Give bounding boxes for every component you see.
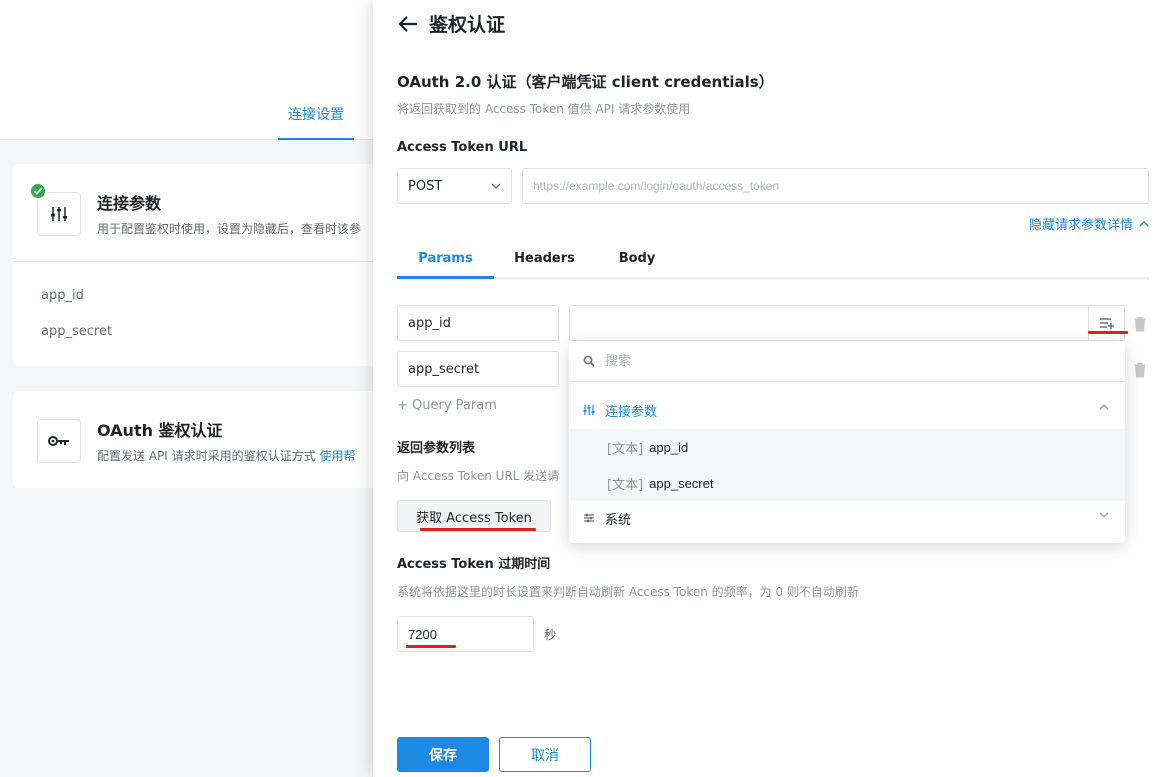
search-input[interactable]: [605, 353, 1085, 369]
card-desc: 用于配置鉴权时使用，设置为隐藏后，查看时该参: [97, 222, 362, 236]
oauth-card[interactable]: OAuth 鉴权认证 配置发送 API 请求时采用的鉴权认证方式 使用帮: [13, 391, 413, 488]
card-title: OAuth 鉴权认证: [97, 421, 223, 440]
connection-params-card[interactable]: 连接参数 用于配置鉴权时使用，设置为隐藏后，查看时该参 app_id app_s…: [13, 164, 413, 366]
group-name: 连接参数: [605, 404, 658, 420]
chevron-up-icon: [1139, 220, 1149, 226]
section-desc: 将返回获取到的 Access Token 值供 API 请求参数使用: [397, 102, 691, 116]
variable-picker-popover: 连接参数 [文本] app_id [文本] app_secret 系统: [569, 341, 1125, 543]
param-value-field[interactable]: [569, 305, 1125, 341]
adjust-icon: [584, 513, 594, 523]
tab-underline: [397, 276, 494, 279]
group-connection-params[interactable]: 连接参数: [569, 392, 1125, 428]
return-params-title: 返回参数列表: [397, 441, 476, 456]
url-label: Access Token URL: [397, 140, 528, 155]
option-type: [文本]: [607, 477, 644, 493]
trash-icon[interactable]: [1133, 362, 1147, 378]
cancel-button[interactable]: 取消: [499, 737, 591, 772]
param-name: app_id: [41, 288, 84, 303]
drawer-header: 鉴权认证: [397, 10, 505, 37]
sliders-icon: [583, 405, 595, 415]
key-icon: [37, 419, 81, 463]
card-desc-text: 配置发送 API 请求时采用的鉴权认证方式: [97, 449, 320, 463]
search-icon: [583, 355, 595, 367]
expire-desc: 系统将依据这里的时长设置来判断自动刷新 Access Token 的频率，为 0…: [397, 585, 859, 599]
method-value: POST: [408, 178, 443, 194]
option-app-secret[interactable]: [文本] app_secret: [569, 465, 1125, 501]
url-input[interactable]: [522, 168, 1149, 204]
card-title: 连接参数: [97, 194, 162, 213]
annotation-underline: [406, 645, 456, 648]
group-system[interactable]: 系统: [569, 500, 1125, 536]
option-name: app_secret: [649, 475, 714, 491]
option-type: [文本]: [607, 441, 644, 457]
expire-unit: 秒: [544, 628, 557, 642]
option-name: app_id: [649, 439, 689, 455]
chevron-up-icon: [1099, 404, 1109, 410]
trash-icon[interactable]: [1133, 316, 1147, 332]
drawer-title: 鉴权认证: [429, 14, 506, 36]
chevron-down-icon: [491, 183, 501, 189]
card-desc: 配置发送 API 请求时采用的鉴权认证方式 使用帮: [97, 447, 355, 464]
annotation-underline: [420, 528, 536, 531]
annotation-underline: [1088, 331, 1128, 334]
search-bar: [569, 341, 1125, 382]
param-key-field[interactable]: app_id: [397, 305, 559, 341]
sliders-icon: [37, 192, 81, 236]
auth-drawer: 鉴权认证 OAuth 2.0 认证（客户端凭证 client credentia…: [373, 0, 1166, 777]
param-name: app_secret: [41, 324, 113, 339]
expire-title: Access Token 过期时间: [397, 557, 551, 572]
chevron-down-icon: [1099, 512, 1109, 518]
tab-body[interactable]: Body: [602, 251, 672, 266]
tab-params[interactable]: Params: [397, 251, 494, 266]
method-select[interactable]: POST: [397, 168, 512, 204]
help-link[interactable]: 使用帮: [319, 449, 355, 463]
save-button[interactable]: 保存: [397, 737, 489, 772]
add-query-param-button[interactable]: + Query Param: [397, 398, 497, 413]
hide-params-label: 隐藏请求参数详情: [1028, 218, 1133, 233]
check-icon: [29, 182, 47, 200]
request-tabs: Params Headers Body: [397, 244, 1149, 280]
param-key-value: app_id: [408, 315, 451, 331]
tab-headers[interactable]: Headers: [507, 251, 582, 266]
list-add-icon: [1099, 318, 1114, 329]
return-params-desc: 向 Access Token URL 发送请: [397, 469, 560, 483]
param-key-value: app_secret: [408, 361, 480, 377]
section-title: OAuth 2.0 认证（客户端凭证 client credentials）: [397, 73, 774, 91]
insert-variable-button[interactable]: [1088, 306, 1124, 340]
tab-connection-settings[interactable]: 连接设置: [278, 104, 354, 140]
hide-params-link[interactable]: 隐藏请求参数详情: [1029, 214, 1149, 233]
divider: [13, 261, 413, 262]
back-arrow-icon[interactable]: [397, 13, 419, 35]
option-app-id[interactable]: [文本] app_id: [569, 429, 1125, 465]
param-key-field[interactable]: app_secret: [397, 351, 559, 387]
group-name: 系统: [605, 512, 632, 528]
